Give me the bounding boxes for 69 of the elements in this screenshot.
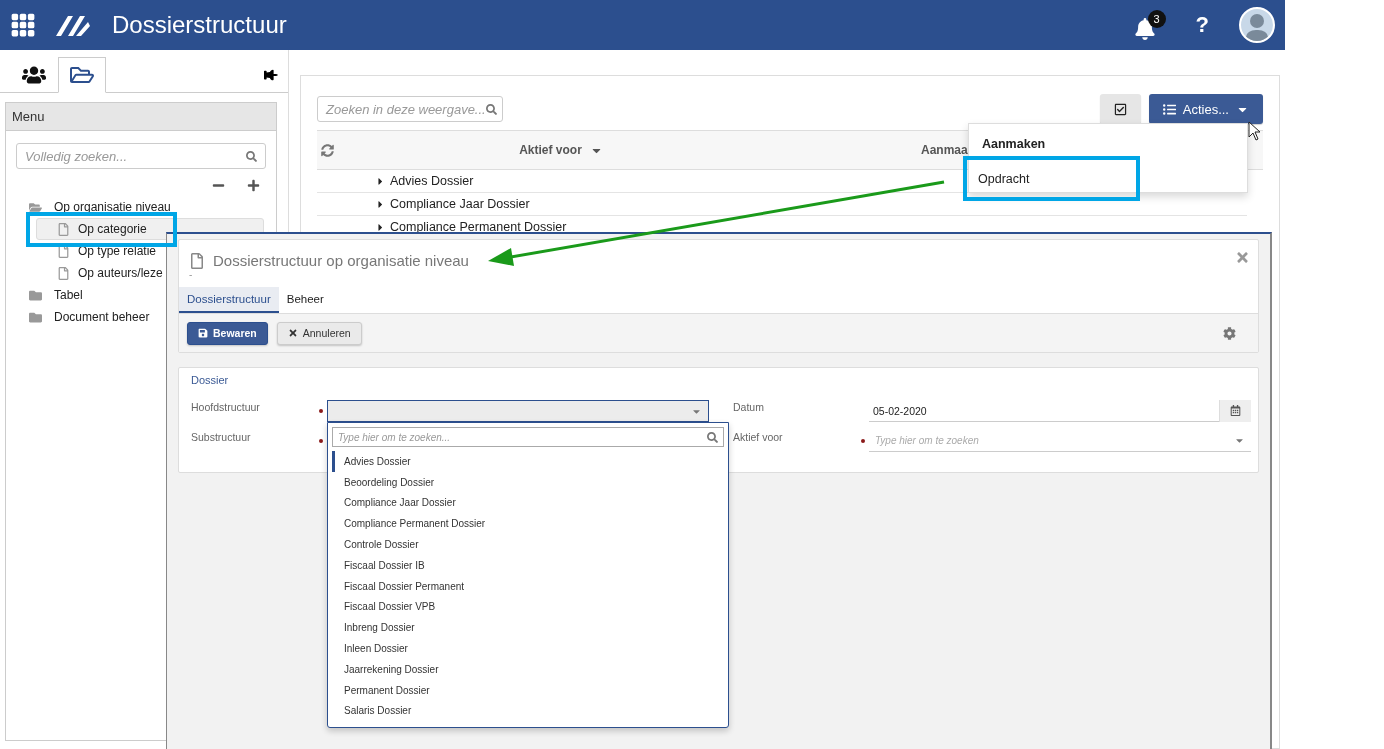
dialog-subtitle: - <box>188 269 194 281</box>
search-icon <box>707 431 718 443</box>
row-label: Advies Dossier <box>390 174 474 188</box>
dropdown-option[interactable]: Inbreng Dossier <box>332 617 724 639</box>
dropdown-option[interactable]: Salaris Dossier <box>332 700 724 722</box>
file-icon <box>57 222 70 236</box>
dropdown-option[interactable]: Advies Dossier <box>332 451 724 472</box>
folder-tab[interactable] <box>58 57 106 93</box>
tree-label: Tabel <box>54 288 83 302</box>
select-button[interactable] <box>1099 94 1141 124</box>
save-button[interactable]: Bewaren <box>187 321 268 345</box>
file-icon <box>57 244 70 258</box>
dropdown-option[interactable]: Fiscaal Dossier Permanent <box>332 575 724 597</box>
expand-icon[interactable] <box>247 179 260 192</box>
menu-item[interactable]: Opdracht <box>963 156 1140 201</box>
search-icon <box>485 103 497 115</box>
close-button[interactable] <box>1235 250 1250 265</box>
column-header[interactable]: Aktief voor <box>351 143 771 157</box>
tree-label: Op auteurs/leze <box>78 266 163 280</box>
dropdown-option[interactable]: Fiscaal Dossier IB <box>332 555 724 576</box>
settings-icon[interactable] <box>1223 326 1236 340</box>
field-label: Datum <box>733 401 765 413</box>
placeholder-text: Zoeken in deze weergave... <box>326 101 486 117</box>
dropdown-option[interactable]: Beoordeling Dossier <box>332 471 724 493</box>
save-icon <box>198 328 208 338</box>
close-icon <box>287 328 298 338</box>
notification-badge: 3 <box>1147 10 1166 28</box>
tree-label: Op organisatie niveau <box>54 200 171 214</box>
dialog-tab[interactable]: Dossierstructuur <box>179 287 279 313</box>
date-value: 05-02-2020 <box>873 404 927 417</box>
tree-label: Op categorie <box>78 222 147 236</box>
tree-label: Document beheer <box>54 310 150 324</box>
dropdown-option[interactable]: Inleen Dossier <box>332 638 724 659</box>
field-label: Substructuur <box>191 431 252 443</box>
row-label: Compliance Jaar Dossier <box>390 197 530 211</box>
field-label: Hoofdstructuur <box>191 401 261 413</box>
dropdown-option[interactable]: Controle Dossier <box>332 534 724 555</box>
placeholder-text: Type hier om te zoeken... <box>338 431 451 443</box>
dropdown-option[interactable]: Compliance Jaar Dossier <box>332 492 724 514</box>
row-label: Compliance Permanent Dossier <box>390 220 567 234</box>
cancel-button[interactable]: Annuleren <box>276 321 362 345</box>
tree-item[interactable]: Op organisatie niveau <box>22 196 264 218</box>
dropdown-option[interactable]: Compliance Permanent Dossier <box>332 513 724 535</box>
placeholder-text: Volledig zoeken... <box>25 148 128 164</box>
apps-icon[interactable] <box>10 12 36 38</box>
placeholder-text: Type hier om te zoeken <box>875 435 979 446</box>
list-icon <box>1162 102 1176 116</box>
dropdown-option[interactable]: Permanent Dossier <box>332 679 724 701</box>
app-title: Dossierstructuur <box>112 11 287 39</box>
section-title: Dossier <box>191 374 230 386</box>
date-field[interactable]: 05-02-2020 <box>869 400 1251 422</box>
menu-header: Aanmaken <box>981 136 1047 153</box>
help-button[interactable]: ? <box>1195 12 1209 38</box>
file-icon <box>57 266 70 280</box>
checkbox-icon <box>1113 102 1127 116</box>
dropdown-option[interactable]: Fiscaal Dossier VPB <box>332 596 724 618</box>
field-label: Aktief voor <box>733 431 784 443</box>
actions-button[interactable]: Acties... <box>1148 94 1263 124</box>
file-icon <box>189 252 205 269</box>
avatar[interactable] <box>1239 7 1275 43</box>
pin-icon[interactable] <box>264 67 278 82</box>
dialog-title: Dossierstructuur op organisatie niveau <box>213 252 469 269</box>
calendar-icon <box>1230 405 1241 416</box>
menu-title: Menu <box>6 103 276 131</box>
search-icon <box>246 150 257 162</box>
dropdown-option[interactable]: Jaarrekening Dossier <box>332 658 724 680</box>
dialog-tab[interactable]: Beheer <box>278 287 332 313</box>
calendar-button[interactable] <box>1219 399 1251 422</box>
notification-button[interactable]: 3 <box>1133 10 1166 40</box>
